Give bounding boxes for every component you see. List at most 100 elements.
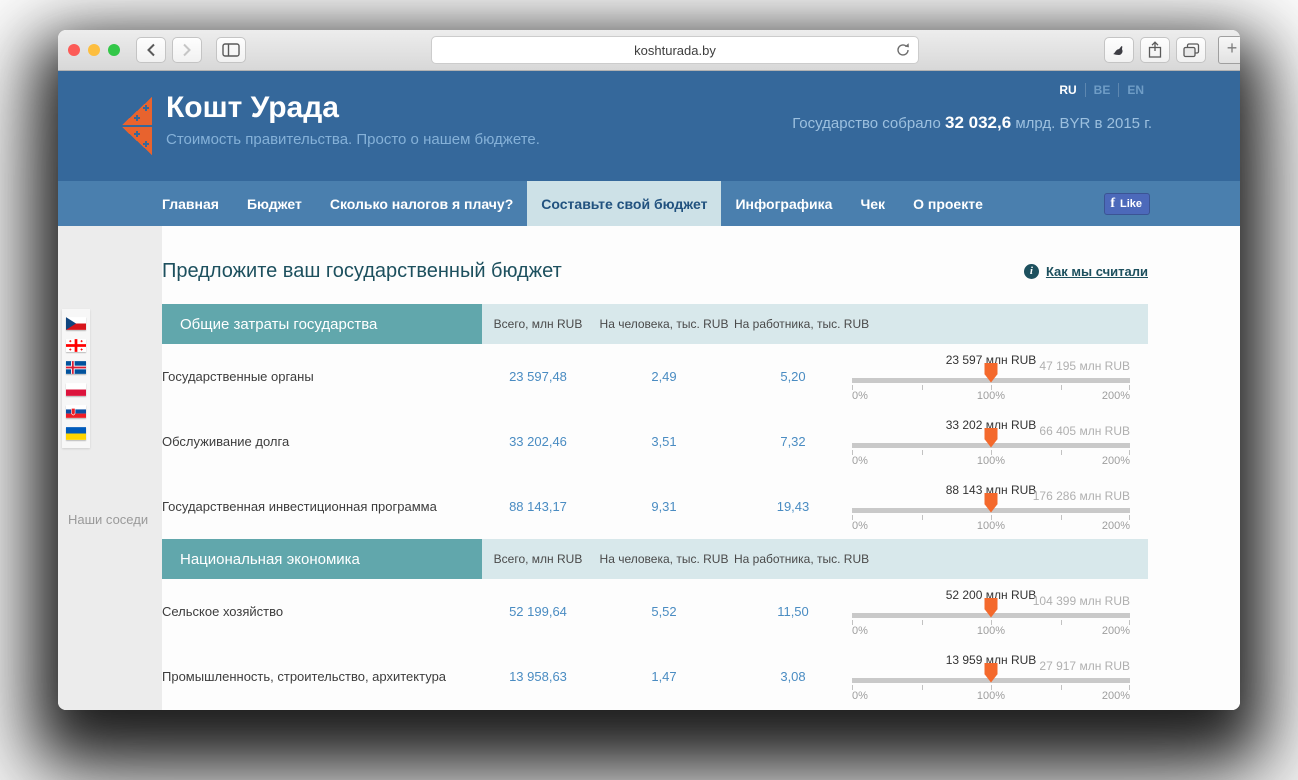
scale-mid-label: 100% <box>977 690 1005 702</box>
per-worker-value: 3,08 <box>734 669 852 684</box>
scale-min-label: 0% <box>852 390 868 402</box>
share-icon <box>1147 41 1163 59</box>
nav-item-taxes[interactable]: Сколько налогов я плачу? <box>316 181 527 226</box>
tabs-icon <box>1183 43 1200 58</box>
per-worker-value: 11,50 <box>734 604 852 619</box>
address-bar[interactable]: koshturada.by <box>431 36 919 64</box>
extension-button[interactable] <box>1104 37 1134 63</box>
slider-handle[interactable] <box>985 663 998 683</box>
nav-item-budget[interactable]: Бюджет <box>233 181 316 226</box>
flag-ukraine-icon[interactable] <box>66 427 86 440</box>
budget-slider[interactable]: 33 202 млн RUB 66 405 млн RUB 0% 100% 20… <box>852 418 1130 466</box>
column-header-per-person: На человека, тыс. RUB <box>594 552 734 566</box>
page-title: Предложите ваш государственный бюджет <box>162 260 562 283</box>
how-we-counted[interactable]: i Как мы считали <box>1024 264 1148 279</box>
nav-item-home[interactable]: Главная <box>148 181 233 226</box>
lang-en[interactable]: EN <box>1118 83 1152 97</box>
reload-button[interactable] <box>895 42 911 61</box>
chevron-right-icon <box>181 43 193 57</box>
budget-slider[interactable]: 13 959 млн RUB 27 917 млн RUB 0% 100% 20… <box>852 653 1130 701</box>
back-button[interactable] <box>136 37 166 63</box>
scale-min-label: 0% <box>852 520 868 532</box>
chevron-left-icon <box>145 43 157 57</box>
column-header-total: Всего, млн RUB <box>482 317 594 331</box>
sidebar-icon <box>222 43 240 57</box>
slider-handle[interactable] <box>985 363 998 383</box>
scale-mid-label: 100% <box>977 390 1005 402</box>
main-column: Предложите ваш государственный бюджет i … <box>162 226 1240 710</box>
slider-handle[interactable] <box>985 428 998 448</box>
flag-poland-icon[interactable] <box>66 383 86 396</box>
scale-min-label: 0% <box>852 690 868 702</box>
table-row: Государственная инвестиционная программа… <box>162 474 1148 539</box>
collected-amount-line: Государство собрало 32 032,6 млрд. BYR в… <box>792 113 1152 133</box>
flag-iceland-icon[interactable] <box>66 361 86 374</box>
total-value: 88 143,17 <box>482 499 594 514</box>
budget-slider[interactable]: 23 597 млн RUB 47 195 млн RUB 0% 100% 20… <box>852 353 1130 401</box>
budget-item-name: Государственные органы <box>162 369 482 384</box>
extension-animal-icon <box>1111 42 1127 58</box>
table-row: Обслуживание долга 33 202,46 3,51 7,32 3… <box>162 409 1148 474</box>
slider-track[interactable] <box>852 443 1130 448</box>
lang-be[interactable]: BE <box>1085 83 1119 97</box>
nav-item-infographics[interactable]: Инфографика <box>721 181 846 226</box>
budget-item-name: Государственная инвестиционная программа <box>162 499 482 514</box>
facebook-like-button[interactable]: f Like <box>1104 193 1150 215</box>
lang-ru[interactable]: RU <box>1051 83 1084 97</box>
browser-toolbar: koshturada.by + <box>58 30 1240 71</box>
sidebar-toggle-button[interactable] <box>216 37 246 63</box>
neighbors-caption: Наши соседи <box>68 512 148 527</box>
slider-handle[interactable] <box>985 598 998 618</box>
scale-max-label: 200% <box>1102 690 1130 702</box>
slider-max-value: 66 405 млн RUB <box>1039 424 1130 438</box>
column-header-per-worker: На работника, тыс. RUB <box>734 552 852 566</box>
per-person-value: 9,31 <box>594 499 734 514</box>
flag-slovakia-icon[interactable] <box>66 405 86 418</box>
collected-prefix: Государство собрало <box>792 115 945 132</box>
table-row: Сельское хозяйство 52 199,64 5,52 11,50 … <box>162 579 1148 644</box>
slider-scale: 0% 100% 200% <box>852 684 1130 701</box>
budget-item-name: Обслуживание долга <box>162 434 482 449</box>
per-worker-value: 7,32 <box>734 434 852 449</box>
budget-slider[interactable]: 88 143 млн RUB 176 286 млн RUB 0% 100% 2… <box>852 483 1130 531</box>
ornament-logo-icon <box>118 95 154 157</box>
flag-czech-republic-icon[interactable] <box>66 317 86 330</box>
minimize-window-button[interactable] <box>88 44 100 56</box>
column-header-total: Всего, млн RUB <box>482 552 594 566</box>
nav-item-build-budget[interactable]: Составьте свой бюджет <box>527 181 721 226</box>
forward-button[interactable] <box>172 37 202 63</box>
total-value: 52 199,64 <box>482 604 594 619</box>
flag-georgia-icon[interactable] <box>66 339 86 352</box>
how-we-counted-link[interactable]: Как мы считали <box>1046 264 1148 279</box>
window-controls <box>68 44 120 56</box>
zoom-window-button[interactable] <box>108 44 120 56</box>
page-content: Наши соседи Предложите ваш государственн… <box>58 226 1240 710</box>
new-tab-button[interactable]: + <box>1218 36 1240 64</box>
per-person-value: 5,52 <box>594 604 734 619</box>
neighbor-flags-panel <box>62 309 90 448</box>
site-title: Кошт Урада <box>166 91 540 125</box>
slider-scale: 0% 100% 200% <box>852 384 1130 401</box>
section-title: Общие затраты государства <box>162 304 482 344</box>
scale-min-label: 0% <box>852 625 868 637</box>
slider-track[interactable] <box>852 378 1130 383</box>
nav-item-about[interactable]: О проекте <box>899 181 997 226</box>
close-window-button[interactable] <box>68 44 80 56</box>
column-header-per-worker: На работника, тыс. RUB <box>734 317 852 331</box>
facebook-icon: f <box>1110 196 1115 212</box>
nav-item-check[interactable]: Чек <box>846 181 899 226</box>
budget-slider[interactable]: 52 200 млн RUB 104 399 млн RUB 0% 100% 2… <box>852 588 1130 636</box>
slider-handle[interactable] <box>985 493 998 513</box>
slider-track[interactable] <box>852 508 1130 513</box>
site-logo[interactable]: Кошт Урада Стоимость правительства. Прос… <box>118 91 540 157</box>
scale-min-label: 0% <box>852 455 868 467</box>
share-button[interactable] <box>1140 37 1170 63</box>
scale-max-label: 200% <box>1102 390 1130 402</box>
site-subtitle: Стоимость правительства. Просто о нашем … <box>166 131 540 148</box>
scale-mid-label: 100% <box>977 625 1005 637</box>
tab-overview-button[interactable] <box>1176 37 1206 63</box>
slider-track[interactable] <box>852 613 1130 618</box>
per-person-value: 2,49 <box>594 369 734 384</box>
slider-track[interactable] <box>852 678 1130 683</box>
scale-mid-label: 100% <box>977 520 1005 532</box>
